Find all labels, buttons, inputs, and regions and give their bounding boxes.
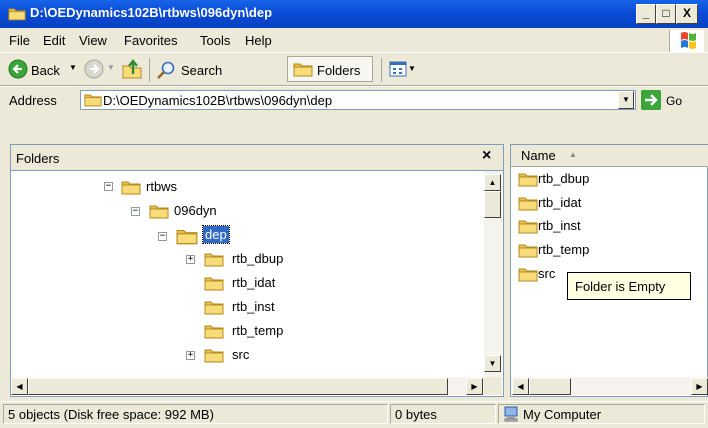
tree-expander[interactable]: + [186,351,195,360]
tree-expander[interactable]: − [158,232,167,241]
back-button[interactable]: Back [31,63,60,78]
list-item[interactable]: rtb_temp [538,242,589,257]
maximize-button[interactable]: □ [656,4,676,24]
scroll-up-button[interactable]: ▲ [484,174,501,191]
folders-pane-title: Folders [16,151,60,166]
tree-expander[interactable]: − [131,207,140,216]
address-label: Address [9,93,57,108]
scroll-thumb[interactable] [28,378,448,395]
menu-view[interactable]: View [79,33,107,48]
open-folder-icon [176,227,198,245]
window-title: D:\OEDynamics102B\rtbws\096dyn\dep [30,5,273,20]
folder-icon [204,323,224,339]
folder-icon [518,171,538,187]
folder-icon [293,61,313,77]
folder-icon [518,266,538,282]
folders-pane-header [10,144,504,171]
menu-help[interactable]: Help [245,33,272,48]
list-item[interactable]: src [538,266,555,281]
folder-icon [518,242,538,258]
menu-favorites[interactable]: Favorites [124,33,177,48]
tree-expander[interactable]: + [186,255,195,264]
folder-icon [121,179,141,195]
go-arrow-icon[interactable] [641,90,661,110]
my-computer-icon [504,406,518,422]
folder-icon [204,299,224,315]
windows-flag-icon [681,32,696,49]
tree-expander[interactable]: − [104,182,113,191]
folder-icon [8,6,26,21]
close-pane-button[interactable]: × [482,147,491,165]
scroll-thumb[interactable] [529,378,571,395]
tree-item-096dyn[interactable]: 096dyn [174,203,217,218]
folder-icon [518,195,538,211]
tree-item-dep[interactable]: dep [202,225,230,244]
tree-item-rtb_dbup[interactable]: rtb_dbup [232,251,283,266]
scroll-down-button[interactable]: ▼ [484,355,501,372]
views-dropdown-icon[interactable]: ▼ [408,64,416,73]
forward-arrow-icon[interactable] [84,59,104,79]
scroll-right-button[interactable]: ▶ [466,378,483,395]
views-icon[interactable] [389,61,407,77]
status-location: My Computer [498,404,705,424]
scroll-right-button[interactable]: ▶ [691,378,708,395]
folders-tree-pane[interactable] [10,144,504,397]
address-dropdown-button[interactable]: ▼ [618,91,634,109]
search-icon[interactable] [156,60,176,80]
toolbar-separator [381,58,382,82]
folder-icon [149,203,169,219]
tree-item-rtb_inst[interactable]: rtb_inst [232,299,275,314]
name-column-label: Name [521,148,556,163]
status-size: 0 bytes [390,404,496,424]
menu-tools[interactable]: Tools [200,33,230,48]
folder-icon [204,347,224,363]
back-arrow-icon[interactable] [8,59,28,79]
tree-item-rtb_temp[interactable]: rtb_temp [232,323,283,338]
forward-dropdown-icon[interactable]: ▼ [107,63,115,72]
tree-item-rtb_idat[interactable]: rtb_idat [232,275,275,290]
status-objects: 5 objects (Disk free space: 992 MB) [3,404,388,424]
close-button[interactable]: X [676,4,698,24]
tree-item-src[interactable]: src [232,347,249,362]
tooltip: Folder is Empty [567,272,691,300]
scroll-left-button[interactable]: ◀ [512,378,529,395]
back-dropdown-icon[interactable]: ▼ [69,63,77,72]
folder-icon [204,275,224,291]
minimize-button[interactable]: _ [636,4,656,24]
tree-item-rtbws[interactable]: rtbws [146,179,177,194]
windows-logo [669,30,704,52]
list-item[interactable]: rtb_inst [538,218,581,233]
list-item[interactable]: rtb_idat [538,195,581,210]
folder-up-icon[interactable] [121,58,143,80]
scroll-left-button[interactable]: ◀ [11,378,28,395]
folder-icon [204,251,224,267]
go-button[interactable]: Go [666,94,682,108]
list-item[interactable]: rtb_dbup [538,171,589,186]
folder-icon [84,92,102,107]
menu-edit[interactable]: Edit [43,33,65,48]
folders-button-label: Folders [317,63,361,78]
menu-file[interactable]: File [9,33,30,48]
toolbar-separator [149,58,150,82]
folder-icon [518,218,538,234]
sort-ascending-icon: ▲ [569,150,577,159]
scroll-thumb[interactable] [484,191,501,218]
search-button[interactable]: Search [181,63,222,78]
scrollbar-corner [484,377,502,395]
address-value: D:\OEDynamics102B\rtbws\096dyn\dep [103,93,333,108]
